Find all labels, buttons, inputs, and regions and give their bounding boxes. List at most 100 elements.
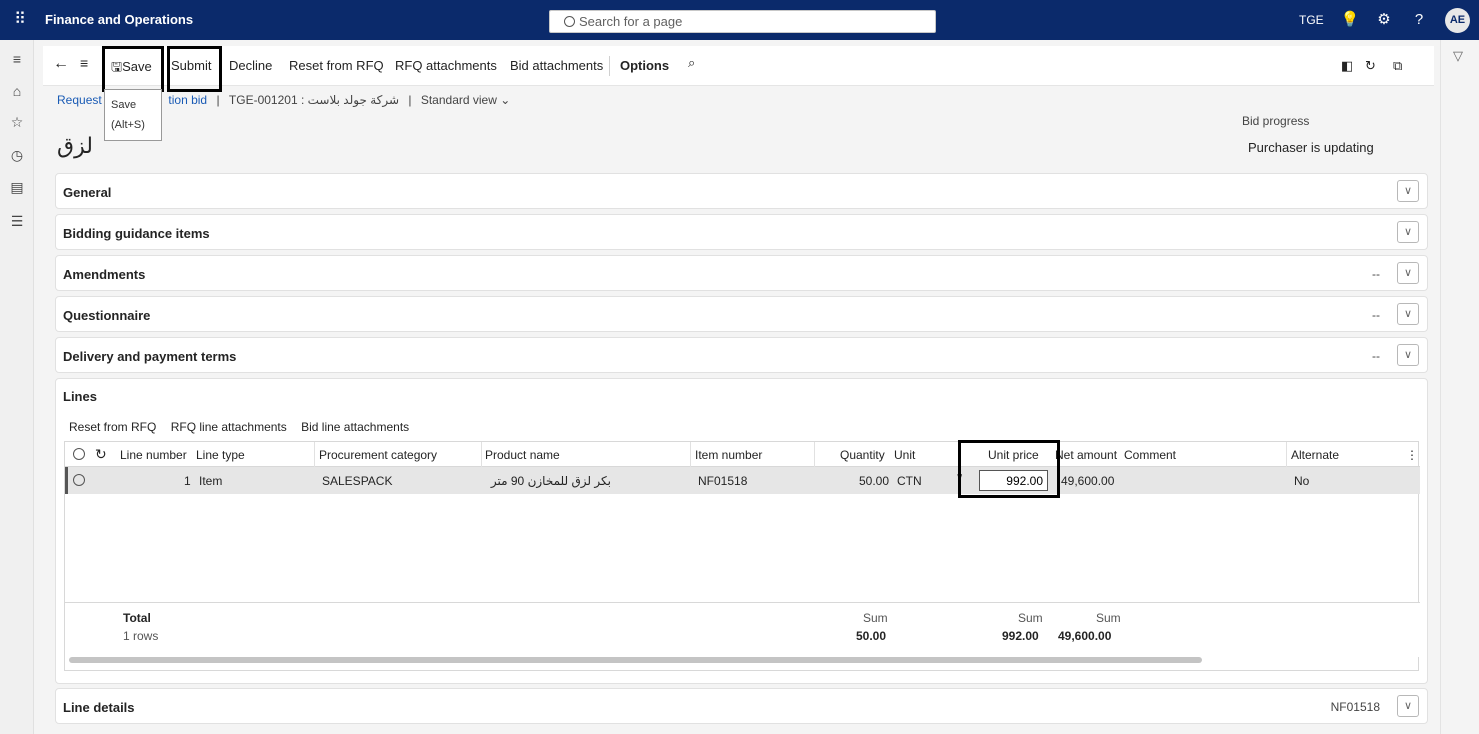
workspace-icon[interactable]: ▤ [8,178,26,196]
fasttab-summary: -- [1372,349,1380,363]
action-pane: ← ≡ 🖫Save Submit Decline Reset from RFQ … [43,46,1434,86]
fasttab-questionnaire[interactable]: Questionnaire -- ∨ [55,296,1428,332]
cell-line-number[interactable]: 1 [184,474,191,488]
hamburger-icon[interactable]: ≡ [8,50,26,68]
submit-highlight-box [167,46,222,92]
decline-button[interactable]: Decline [229,58,272,73]
cell-item-number[interactable]: NF01518 [698,474,747,488]
reset-from-rfq-line-button[interactable]: Reset from RFQ [69,420,156,434]
divider [1286,442,1287,467]
divider [814,442,815,467]
back-arrow-icon[interactable]: ← [53,55,69,73]
filter-icon[interactable]: ▽ [1453,48,1463,64]
search-input[interactable]: Search for a page [549,10,936,33]
rfq-attachments-button[interactable]: RFQ attachments [395,58,497,73]
tooltip-shortcut: (Alt+S) [111,119,145,131]
sum-label: Sum [1018,611,1043,625]
chevron-down-icon[interactable]: ∨ [1397,344,1419,366]
col-procurement-category[interactable]: Procurement category [319,448,437,462]
col-comment[interactable]: Comment [1124,448,1176,462]
fasttab-bidding-guidance[interactable]: Bidding guidance items ∨ [55,214,1428,250]
search-placeholder: Search for a page [579,14,683,29]
office-icon[interactable]: ◧ [1341,58,1353,74]
refresh-icon[interactable]: ↻ [95,446,107,463]
reset-from-rfq-button[interactable]: Reset from RFQ [289,58,384,73]
options-button[interactable]: Options [620,58,669,73]
page-title: لزق [57,133,93,158]
menu-icon[interactable]: ≡ [80,55,88,71]
popout-icon[interactable]: ⧉ [1393,58,1402,74]
chevron-down-icon[interactable]: ∨ [1397,221,1419,243]
unit-price-highlight-box [958,440,1060,498]
col-item-number[interactable]: Item number [695,448,762,462]
cell-net-amount[interactable]: 49,600.00 [1061,474,1114,488]
chevron-down-icon[interactable]: ∨ [1397,180,1419,202]
fasttab-delivery-payment[interactable]: Delivery and payment terms -- ∨ [55,337,1428,373]
bid-attachments-button[interactable]: Bid attachments [510,58,603,73]
rfq-line-attachments-button[interactable]: RFQ line attachments [171,420,287,434]
divider [690,442,691,467]
settings-icon[interactable]: ⚙ [1374,10,1394,30]
tooltip-title: Save [111,99,137,111]
col-product-name[interactable]: Product name [485,448,560,462]
left-navigation: ≡ ⌂ ☆ ◷ ▤ ☰ [0,40,34,734]
col-alternate[interactable]: Alternate [1291,448,1339,462]
modules-icon[interactable]: ☰ [8,212,26,230]
divider [609,56,610,76]
view-selector[interactable]: Standard view ⌄ [421,93,510,107]
divider [481,442,482,467]
breadcrumb-link-tail[interactable]: tion bid [168,93,207,107]
fasttab-amendments[interactable]: Amendments -- ∨ [55,255,1428,291]
recent-icon[interactable]: ◷ [8,146,26,164]
chevron-down-icon[interactable]: ∨ [1397,303,1419,325]
row-select-radio[interactable] [73,474,85,486]
waffle-icon[interactable]: ⠿ [10,10,30,30]
avatar[interactable]: AE [1445,8,1470,33]
lines-section: Lines Reset from RFQ RFQ line attachment… [55,378,1428,684]
cell-alternate[interactable]: No [1294,474,1309,488]
chevron-down-icon[interactable]: ∨ [1397,262,1419,284]
select-all-radio[interactable] [73,448,85,460]
company-picker[interactable]: TGE [1299,13,1324,27]
sum-label: Sum [863,611,888,625]
lightbulb-icon[interactable]: 💡 [1340,10,1360,30]
horizontal-scrollbar[interactable] [69,657,1202,663]
app-name[interactable]: Finance and Operations [45,12,193,27]
lines-title: Lines [63,389,97,404]
table-row[interactable]: 1 Item SALESPACK بكر لزق للمخازن 90 متر … [65,467,1420,494]
fasttab-general[interactable]: General ∨ [55,173,1428,209]
lines-toolbar: Reset from RFQ RFQ line attachments Bid … [69,420,420,434]
cell-product-name[interactable]: بكر لزق للمخازن 90 متر [461,474,611,488]
fasttab-label: Line details [63,700,135,715]
cell-procurement-category[interactable]: SALESPACK [322,474,392,488]
bid-line-attachments-button[interactable]: Bid line attachments [301,420,409,434]
breadcrumb-link[interactable]: Request [57,93,102,107]
refresh-icon[interactable]: ↻ [1365,58,1376,74]
bid-progress-value: Purchaser is updating [1248,140,1374,155]
col-unit[interactable]: Unit [894,448,915,462]
fasttab-line-details[interactable]: Line details NF01518 ∨ [55,688,1428,724]
bid-progress-label: Bid progress [1242,114,1310,128]
chevron-down-icon[interactable]: ∨ [1397,695,1419,717]
fasttab-label: Amendments [63,267,146,282]
cell-line-type[interactable]: Item [199,474,222,488]
fasttab-label: General [63,185,112,200]
total-label: Total [123,611,151,625]
fasttab-summary: -- [1372,308,1380,322]
net-amount-sum: 49,600.00 [1058,629,1112,643]
quantity-sum: 50.00 [856,629,887,643]
star-icon[interactable]: ☆ [8,113,26,131]
home-icon[interactable]: ⌂ [8,82,26,100]
unit-price-sum: 992.00 [1002,629,1039,643]
more-columns-icon[interactable]: ⋮ [1406,448,1418,462]
col-quantity[interactable]: Quantity [840,448,885,462]
cell-quantity[interactable]: 50.00 [859,474,889,488]
save-tooltip: Save (Alt+S) [104,89,162,141]
col-net-amount[interactable]: Net amount [1055,448,1117,462]
col-line-type[interactable]: Line type [196,448,245,462]
help-icon[interactable]: ? [1409,10,1429,30]
col-line-number[interactable]: Line number [120,448,187,462]
cell-unit[interactable]: CTN [897,474,922,488]
search-icon[interactable]: ⌕ [688,55,695,71]
sum-label: Sum [1096,611,1121,625]
